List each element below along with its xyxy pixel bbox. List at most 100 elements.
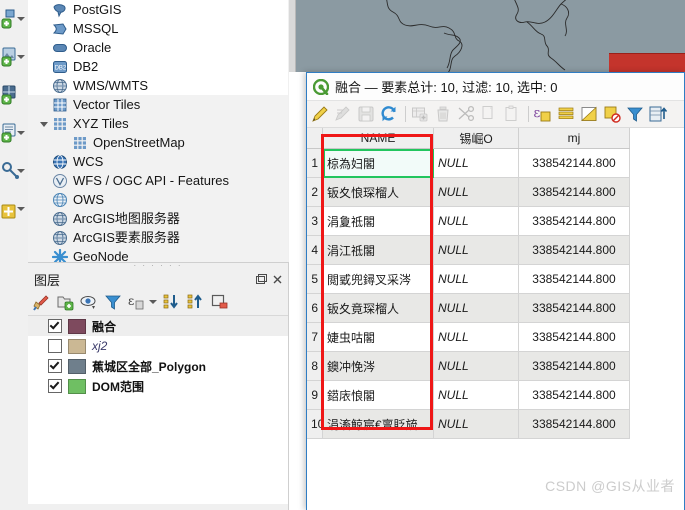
move-top-icon[interactable] xyxy=(649,105,668,123)
deselect-all-icon[interactable] xyxy=(603,105,621,123)
browser-item-8[interactable]: WCS xyxy=(28,152,288,171)
add-raster-layer-button[interactable] xyxy=(0,38,28,76)
browser-item-1[interactable]: MSSQL xyxy=(28,19,288,38)
browser-item-10[interactable]: OWS xyxy=(28,190,288,209)
browser-item-0[interactable]: PostGIS xyxy=(28,0,288,19)
add-postgis-layer-button[interactable] xyxy=(0,152,28,190)
attribute-table-titlebar[interactable]: 融合 — 要素总计: 10, 过滤: 10, 选中: 0 xyxy=(307,73,684,101)
cell-mj[interactable]: 338542144.800 xyxy=(518,322,630,352)
row-index[interactable]: 9 xyxy=(307,380,323,410)
browser-item-7[interactable]: OpenStreetMap xyxy=(28,133,288,152)
browser-item-3[interactable]: DB2 DB2 xyxy=(28,57,288,76)
attribute-table[interactable]: NAME 锡崛O mj 1 椋為妇閣 NULL 338542144.800 2 钣夊悢琛榴… xyxy=(307,128,630,439)
cell-null[interactable]: NULL xyxy=(433,177,519,207)
row-index[interactable]: 1 xyxy=(307,148,323,178)
chevron-down-icon[interactable] xyxy=(17,207,25,211)
cell-name[interactable]: 钣夊悢琛榴人 xyxy=(322,177,434,207)
browser-item-5[interactable]: Vector Tiles xyxy=(28,95,288,114)
attribute-table-body[interactable]: NAME 锡崛O mj 1 椋為妇閣 NULL 338542144.800 2 钣夊悢琛榴… xyxy=(307,128,684,510)
collapse-all-icon[interactable] xyxy=(187,293,205,311)
expand-all-icon[interactable] xyxy=(163,293,181,311)
cell-null[interactable]: NULL xyxy=(433,380,519,410)
column-header-mj[interactable]: mj xyxy=(518,128,630,149)
expression-icon[interactable]: ε xyxy=(128,293,146,311)
row-index[interactable]: 10 xyxy=(307,409,323,439)
cell-name[interactable]: 涓夐祗閣 xyxy=(322,206,434,236)
undock-icon[interactable] xyxy=(255,273,268,286)
table-corner-header[interactable] xyxy=(307,128,323,149)
cell-mj[interactable]: 338542144.800 xyxy=(518,293,630,323)
cell-null[interactable]: NULL xyxy=(433,148,519,178)
layer-row-3[interactable]: DOM范围 xyxy=(28,376,288,396)
table-row[interactable]: 5 閲戜兜鐞叉采涔 NULL 338542144.800 xyxy=(307,264,630,294)
chevron-down-icon[interactable] xyxy=(17,131,25,135)
browser-item-2[interactable]: Oracle xyxy=(28,38,288,57)
chevron-down-icon[interactable] xyxy=(17,55,25,59)
pencil-icon[interactable] xyxy=(311,105,329,123)
browser-item-11[interactable]: ArcGIS地图服务器 xyxy=(28,209,288,228)
row-index[interactable]: 2 xyxy=(307,177,323,207)
row-index[interactable]: 7 xyxy=(307,322,323,352)
browser-item-9[interactable]: WFS / OGC API - Features xyxy=(28,171,288,190)
remove-layer-icon[interactable] xyxy=(211,293,229,311)
table-row[interactable]: 8 鐭冲悗涔 NULL 338542144.800 xyxy=(307,351,630,381)
layer-visibility-checkbox[interactable] xyxy=(48,339,62,353)
table-row[interactable]: 4 涓江祗閣 NULL 338542144.800 xyxy=(307,235,630,265)
layer-visibility-checkbox[interactable] xyxy=(48,379,62,393)
paintbrush-icon[interactable] xyxy=(32,293,50,311)
chevron-down-icon[interactable] xyxy=(149,300,157,304)
add-delimited-text-layer-button[interactable] xyxy=(0,114,28,152)
table-row[interactable]: 2 钣夊悢琛榴人 NULL 338542144.800 xyxy=(307,177,630,207)
browser-item-13[interactable]: GeoNode xyxy=(28,247,288,262)
add-wms-layer-button[interactable] xyxy=(0,190,28,228)
funnel-icon[interactable] xyxy=(626,105,644,123)
chevron-down-icon[interactable] xyxy=(17,169,25,173)
table-row[interactable]: 10涓滀鲸宸€亶貶旈NULL338542144.800 xyxy=(307,409,630,439)
cell-name[interactable]: 閲戜兜鐞叉采涔 xyxy=(322,264,434,294)
table-row[interactable]: 9 鍣庡悢閣 NULL 338542144.800 xyxy=(307,380,630,410)
browser-item-4[interactable]: WMS/WMTS xyxy=(28,76,288,95)
add-group-icon[interactable] xyxy=(56,293,74,311)
eye-icon[interactable] xyxy=(80,293,98,311)
select-all-icon[interactable] xyxy=(557,105,575,123)
cell-name[interactable]: 涓江祗閣 xyxy=(322,235,434,265)
cell-mj[interactable]: 338542144.800 xyxy=(518,264,630,294)
browser-item-12[interactable]: ArcGIS要素服务器 xyxy=(28,228,288,247)
layer-visibility-checkbox[interactable] xyxy=(48,319,62,333)
layer-row-1[interactable]: xj2 xyxy=(28,336,288,356)
row-index[interactable]: 4 xyxy=(307,235,323,265)
cell-name[interactable]: 鍣庡悢閣 xyxy=(322,380,434,410)
table-row[interactable]: 1 椋為妇閣 NULL 338542144.800 xyxy=(307,148,630,178)
browser-panel[interactable]: PostGIS MSSQL Oracle DB2 DB2 WMS/WMTS Vector T… xyxy=(28,0,288,262)
cell-name[interactable]: 鐭冲悗涔 xyxy=(322,351,434,381)
cell-null[interactable]: NULL xyxy=(433,409,519,439)
layer-row-0[interactable]: 融合 xyxy=(28,316,288,336)
cell-null[interactable]: NULL xyxy=(433,351,519,381)
layer-row-2[interactable]: 蕉城区全部_Polygon xyxy=(28,356,288,376)
close-icon[interactable] xyxy=(271,273,284,286)
table-row[interactable]: 7 婕虫咕閣 NULL 338542144.800 xyxy=(307,322,630,352)
cell-name[interactable]: 椋為妇閣 xyxy=(322,148,434,178)
browser-item-6[interactable]: XYZ Tiles xyxy=(28,114,288,133)
map-canvas[interactable] xyxy=(289,0,685,72)
expression-select-icon[interactable]: ε xyxy=(534,105,552,123)
filter-icon[interactable] xyxy=(104,293,122,311)
row-index[interactable]: 3 xyxy=(307,206,323,236)
cell-name[interactable]: 涓滀鲸宸€亶貶旈 xyxy=(322,409,434,439)
invert-selection-icon[interactable] xyxy=(580,105,598,123)
cell-name[interactable]: 钣夊竟琛榴人 xyxy=(322,293,434,323)
cell-mj[interactable]: 338542144.800 xyxy=(518,380,630,410)
cell-mj[interactable]: 338542144.800 xyxy=(518,351,630,381)
add-mesh-layer-button[interactable] xyxy=(0,76,28,114)
cell-mj[interactable]: 338542144.800 xyxy=(518,206,630,236)
cell-mj[interactable]: 338542144.800 xyxy=(518,235,630,265)
column-header-name[interactable]: NAME xyxy=(322,128,434,149)
row-index[interactable]: 5 xyxy=(307,264,323,294)
cell-name[interactable]: 婕虫咕閣 xyxy=(322,322,434,352)
cell-null[interactable]: NULL xyxy=(433,322,519,352)
chevron-down-icon[interactable] xyxy=(38,118,50,130)
cell-null[interactable]: NULL xyxy=(433,206,519,236)
chevron-down-icon[interactable] xyxy=(17,17,25,21)
table-row[interactable]: 6 钣夊竟琛榴人 NULL 338542144.800 xyxy=(307,293,630,323)
add-vector-layer-button[interactable] xyxy=(0,0,28,38)
